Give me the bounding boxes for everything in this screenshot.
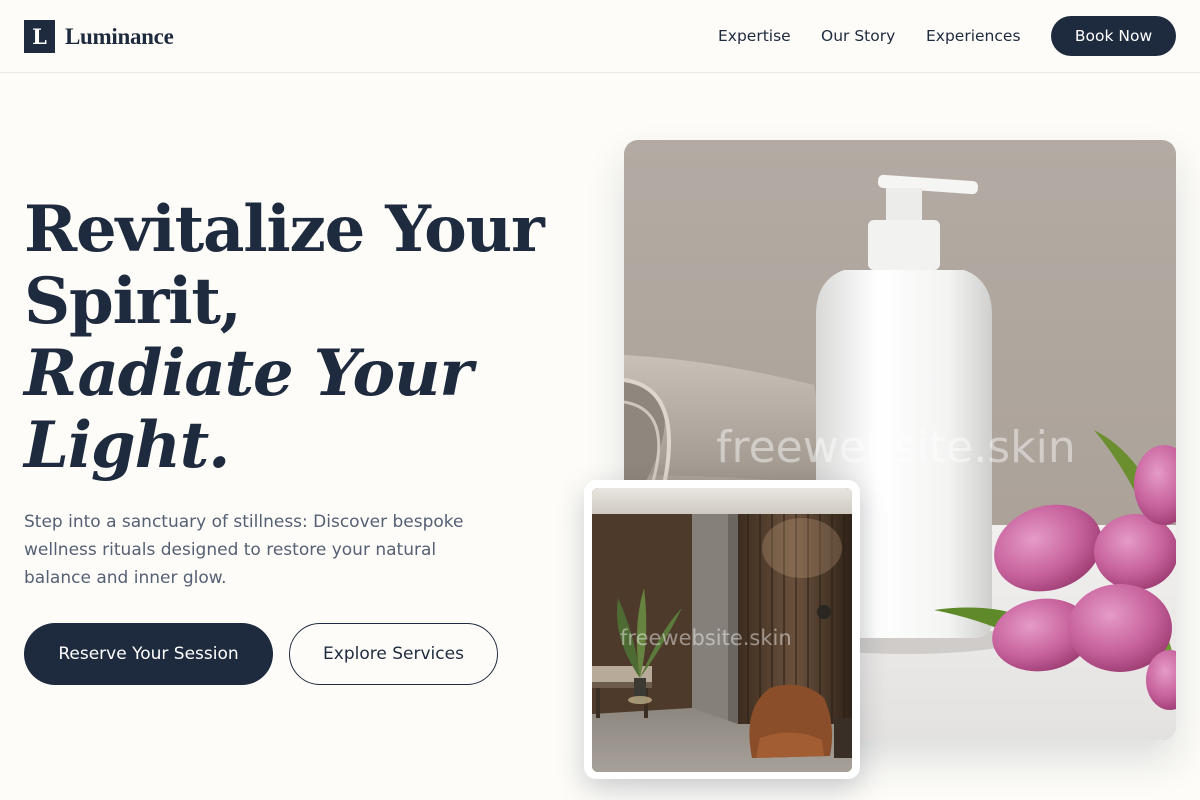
main-image-watermark: freewebsite.skin — [716, 422, 1076, 473]
hero-inset-image-card: freewebsite.skin — [584, 480, 860, 779]
hero-title: Revitalize Your Spirit, Radiate Your Lig… — [24, 194, 564, 482]
hero-description: Step into a sanctuary of stillness: Disc… — [24, 512, 464, 588]
logo-mark: L — [24, 20, 55, 53]
hero-title-line-2: Spirit, — [24, 264, 242, 339]
hero-title-line-1: Revitalize Your — [24, 192, 545, 267]
top-navigation-bar: L Luminance Expertise Our Story Experien… — [0, 0, 1200, 73]
inset-image-watermark: freewebsite.skin — [620, 626, 792, 650]
brand-name: Luminance — [65, 23, 174, 49]
nav-link-our-story[interactable]: Our Story — [821, 27, 895, 45]
hero-inset-image: freewebsite.skin — [592, 488, 852, 772]
book-now-button[interactable]: Book Now — [1051, 16, 1176, 56]
nav-link-experiences[interactable]: Experiences — [926, 27, 1021, 45]
hero-title-line-4: Light. — [24, 408, 230, 483]
reserve-session-button[interactable]: Reserve Your Session — [24, 623, 273, 685]
nav-link-expertise[interactable]: Expertise — [718, 27, 791, 45]
explore-services-button[interactable]: Explore Services — [289, 623, 498, 685]
logo[interactable]: L Luminance — [24, 20, 174, 53]
hero-title-line-3: Radiate Your — [24, 336, 473, 411]
